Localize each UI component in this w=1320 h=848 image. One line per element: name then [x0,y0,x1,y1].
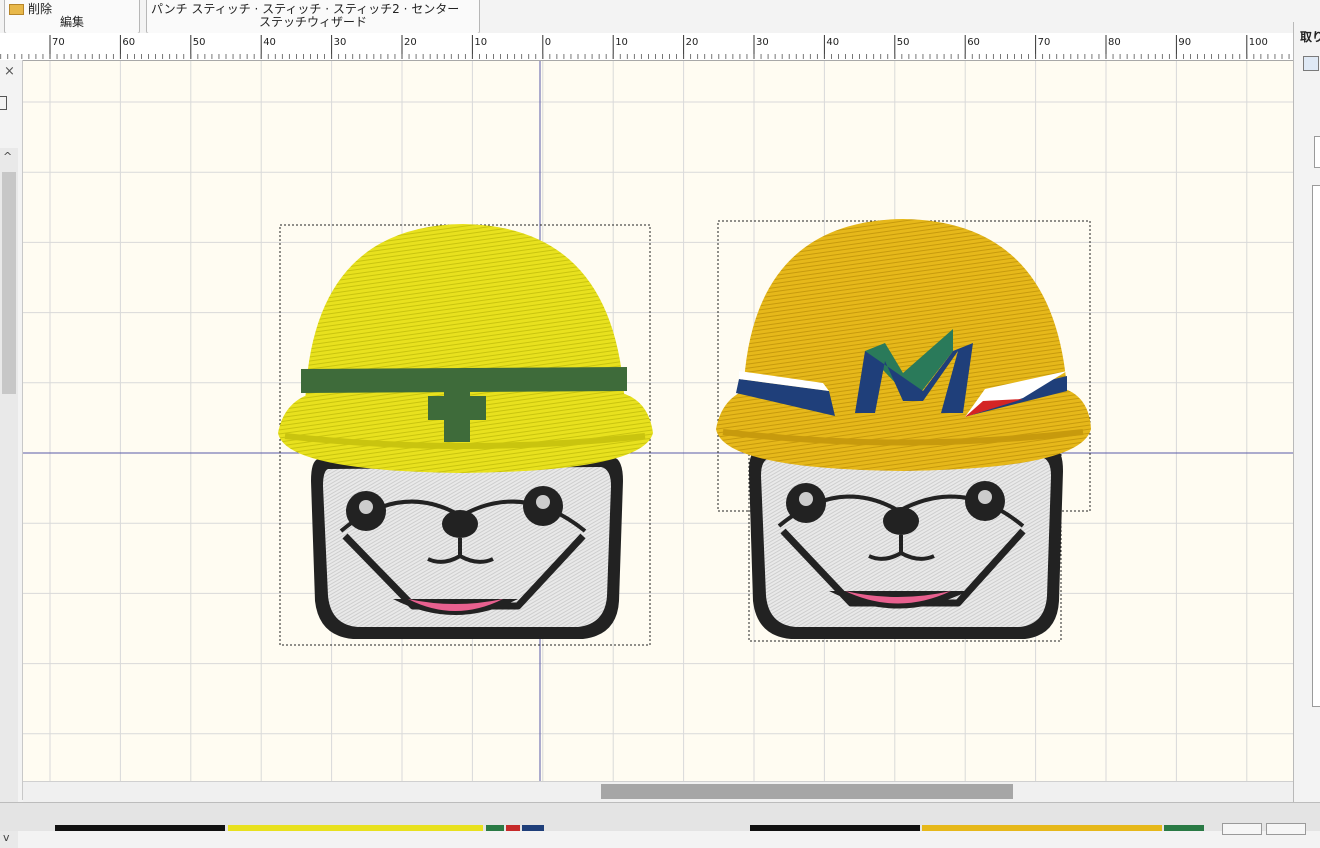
horizontal-scroll-thumb[interactable] [601,784,1013,799]
yellow-helmet [278,224,653,473]
dog-face [311,457,623,639]
color-swatch-red[interactable] [506,825,520,831]
ruler-scale: 70 60 50 40 30 20 10 0 10 20 30 40 50 60 70 80 90 100 [0,35,1290,59]
design-dog-orange-helmet[interactable] [716,219,1091,642]
color-swatch-black-2[interactable] [750,825,920,831]
right-panel-field[interactable] [1314,136,1320,168]
ruler-label: 80 [1108,37,1121,48]
right-panel: 取り [1293,22,1320,802]
scroll-up-icon[interactable]: ^ [3,150,12,163]
ruler-label: 0 [545,37,551,48]
ruler-label: 50 [897,37,910,48]
ruler-label: 10 [474,37,487,48]
ruler-label: 20 [404,37,417,48]
stitch-wizard-label: ステッチウィザード [258,15,367,29]
canvas-drawing [23,61,1293,781]
color-swatch-black[interactable] [55,825,225,831]
color-swatch-green-2[interactable] [1164,825,1204,831]
ruler-label: 60 [122,37,135,48]
ruler-label: 40 [826,37,839,48]
ruler-label: 20 [686,37,699,48]
ruler-label: 40 [263,37,276,48]
scroll-down-icon[interactable]: v [3,831,10,844]
ruler-label: 70 [1038,37,1051,48]
vertical-scrollbar[interactable]: ^ v [0,148,18,848]
dog-face [749,447,1063,639]
ruler-label: 30 [334,37,347,48]
list-view-icon[interactable] [1303,56,1319,71]
edit-group: 削除 編集 [4,0,140,33]
left-panel: × ^ v [0,60,23,848]
color-swatch-yellow[interactable] [228,825,483,831]
color-swatch-orange[interactable] [922,825,1162,831]
ruler-label: 60 [967,37,980,48]
status-button-2[interactable] [1266,823,1306,835]
horizontal-scrollbar[interactable] [23,781,1293,802]
vertical-scroll-thumb[interactable] [2,172,16,394]
design-canvas[interactable] [23,61,1293,781]
color-swatch-navy[interactable] [522,825,544,831]
right-panel-title: 取り [1300,30,1320,44]
ruler-label: 50 [193,37,206,48]
design-dog-yellow-helmet[interactable] [278,224,653,646]
edit-group-label: 編集 [59,15,84,29]
canvas-grid [23,61,1293,781]
status-bar [0,802,1320,835]
horizontal-ruler: 70 60 50 40 30 20 10 0 10 20 30 40 50 60 70 80 90 100 [0,33,1293,61]
ruler-label: 70 [52,37,65,48]
ruler-label: 10 [615,37,628,48]
ruler-label: 30 [756,37,769,48]
orange-helmet [716,219,1091,471]
close-icon[interactable]: × [4,64,15,79]
color-swatch-green[interactable] [486,825,504,831]
ruler-label: 90 [1178,37,1191,48]
ruler-label: 100 [1249,37,1268,48]
status-button-1[interactable] [1222,823,1262,835]
right-panel-list[interactable] [1312,185,1320,707]
stitch-wizard-group: パンチ スティッチ · スティッチ · スティッチ2 · センター ステッチウィ… [146,0,480,33]
ribbon-toolbar: 削除 編集 パンチ スティッチ · スティッチ · スティッチ2 · センター … [0,0,1320,34]
panel-toggle-icon[interactable] [0,96,7,110]
